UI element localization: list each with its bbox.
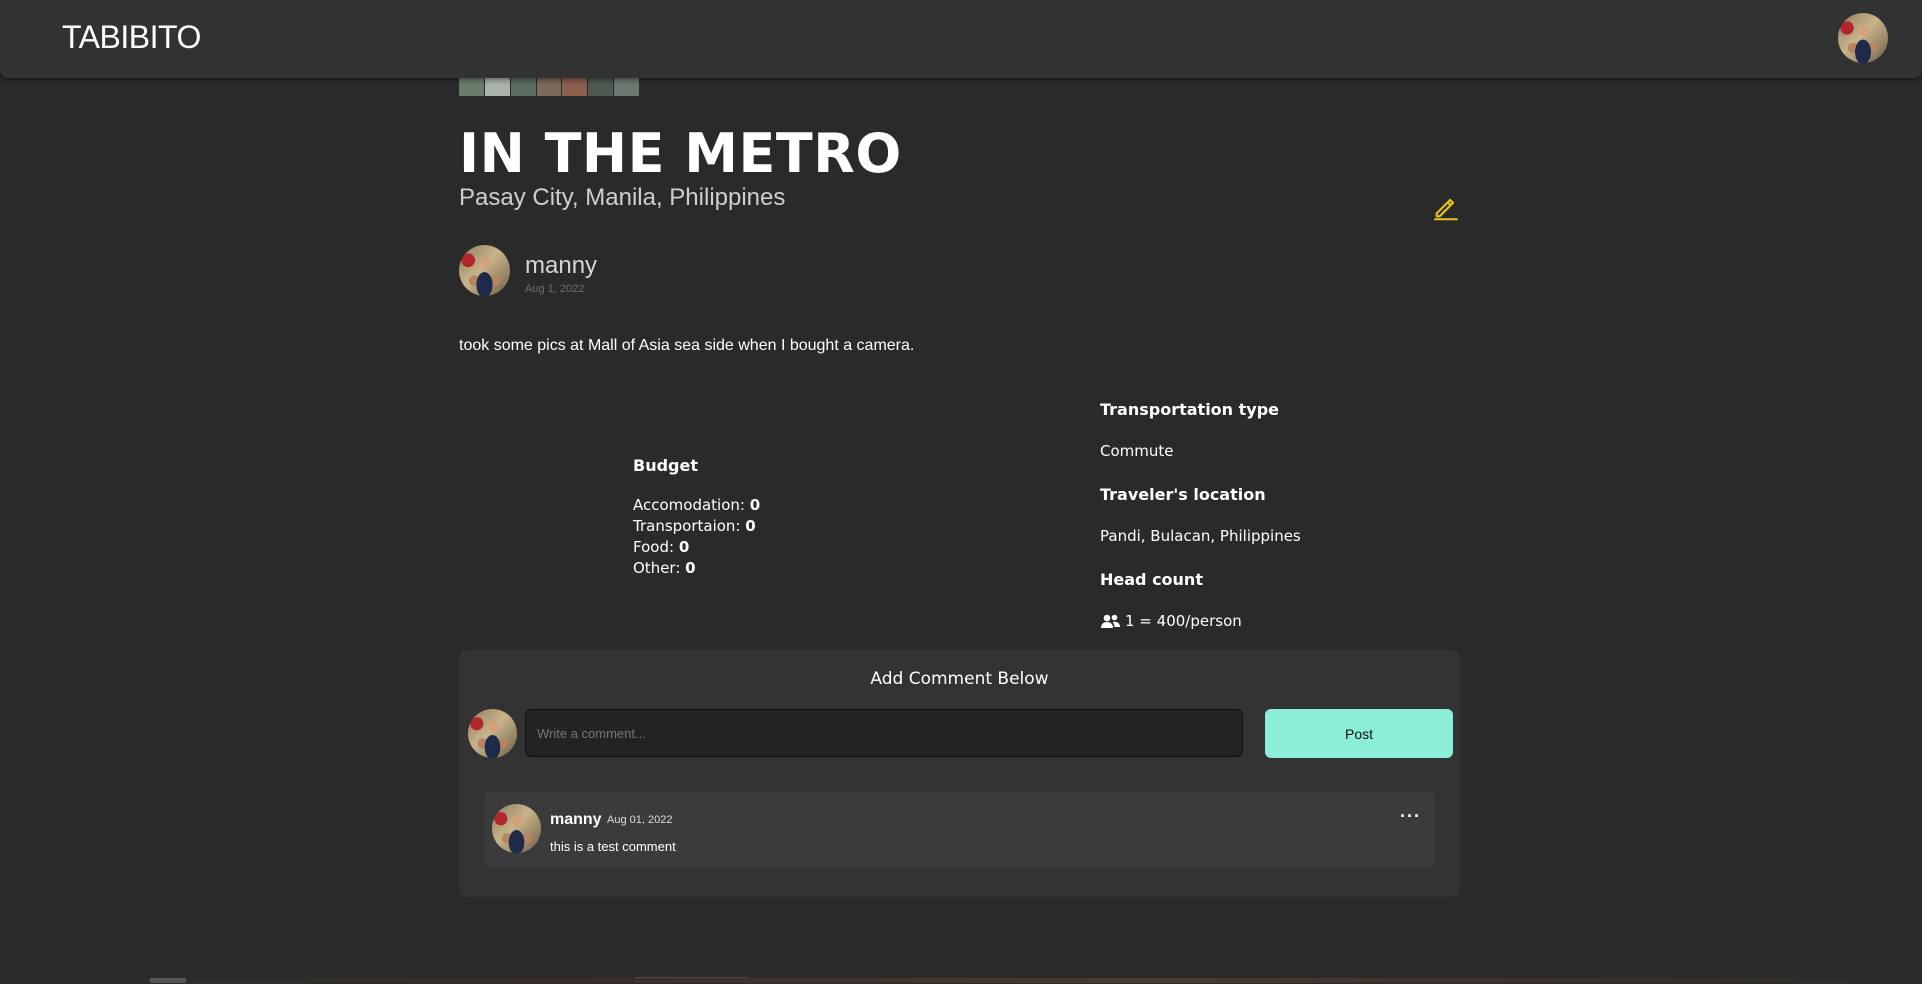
budget-section: Budget Accomodation: 0 Transportaion: 0 … xyxy=(633,456,760,579)
budget-item-food: Food: 0 xyxy=(633,538,690,556)
photo-thumbnail[interactable] xyxy=(459,78,484,96)
scroll-indicator xyxy=(150,978,186,983)
author-avatar[interactable] xyxy=(459,245,510,296)
author-name[interactable]: manny xyxy=(525,252,597,280)
transportation-type-value: Commute xyxy=(1100,442,1174,460)
next-post-preview xyxy=(0,978,1922,983)
comments-heading: Add Comment Below xyxy=(870,669,1049,689)
head-count-row: 1 = 400/person xyxy=(1100,612,1242,630)
photo-thumbnail[interactable] xyxy=(588,78,614,96)
photo-thumbnail[interactable] xyxy=(510,78,536,96)
post-comment-button[interactable]: Post xyxy=(1265,709,1453,758)
comment-author-avatar[interactable] xyxy=(492,804,541,853)
transportation-type-label: Transportation type xyxy=(1100,400,1280,419)
comment-author-name[interactable]: manny xyxy=(550,811,602,829)
head-count-value: 1 = 400/person xyxy=(1125,612,1242,630)
users-icon xyxy=(1101,614,1120,628)
traveler-location-value: Pandi, Bulacan, Philippines xyxy=(1100,527,1301,545)
current-user-avatar xyxy=(468,709,517,758)
budget-item-other: Other: 0 xyxy=(633,559,696,577)
pencil-icon[interactable] xyxy=(1432,193,1460,221)
photo-thumbnail[interactable] xyxy=(562,78,588,96)
budget-item-accommodation: Accomodation: 0 xyxy=(633,496,761,514)
comment-date: Aug 01, 2022 xyxy=(607,814,673,826)
comments-section: Add Comment Below Post manny Aug 01, 202… xyxy=(459,650,1460,897)
more-options-icon[interactable]: ··· xyxy=(1400,806,1421,827)
photo-thumbnail[interactable] xyxy=(614,78,640,96)
head-count-label: Head count xyxy=(1100,570,1203,589)
top-navbar: TABIBITO xyxy=(0,0,1922,78)
budget-heading: Budget xyxy=(633,456,698,475)
comment-text: this is a test comment xyxy=(550,839,676,854)
photo-thumbnail-strip xyxy=(459,78,640,96)
post-title: IN THE METRO xyxy=(459,122,902,185)
post-description: took some pics at Mall of Asia sea side … xyxy=(459,337,915,354)
comment-input[interactable] xyxy=(525,709,1243,757)
brand-logo[interactable]: TABIBITO xyxy=(62,19,201,56)
user-avatar[interactable] xyxy=(1838,13,1888,63)
traveler-location-label: Traveler's location xyxy=(1100,485,1266,504)
post-date: Aug 1, 2022 xyxy=(525,283,585,295)
photo-thumbnail[interactable] xyxy=(484,78,510,96)
comment-item: manny Aug 01, 2022 this is a test commen… xyxy=(484,792,1435,867)
post-location: Pasay City, Manila, Philippines xyxy=(459,184,786,211)
photo-thumbnail[interactable] xyxy=(536,78,562,96)
budget-item-transportation: Transportaion: 0 xyxy=(633,517,756,535)
